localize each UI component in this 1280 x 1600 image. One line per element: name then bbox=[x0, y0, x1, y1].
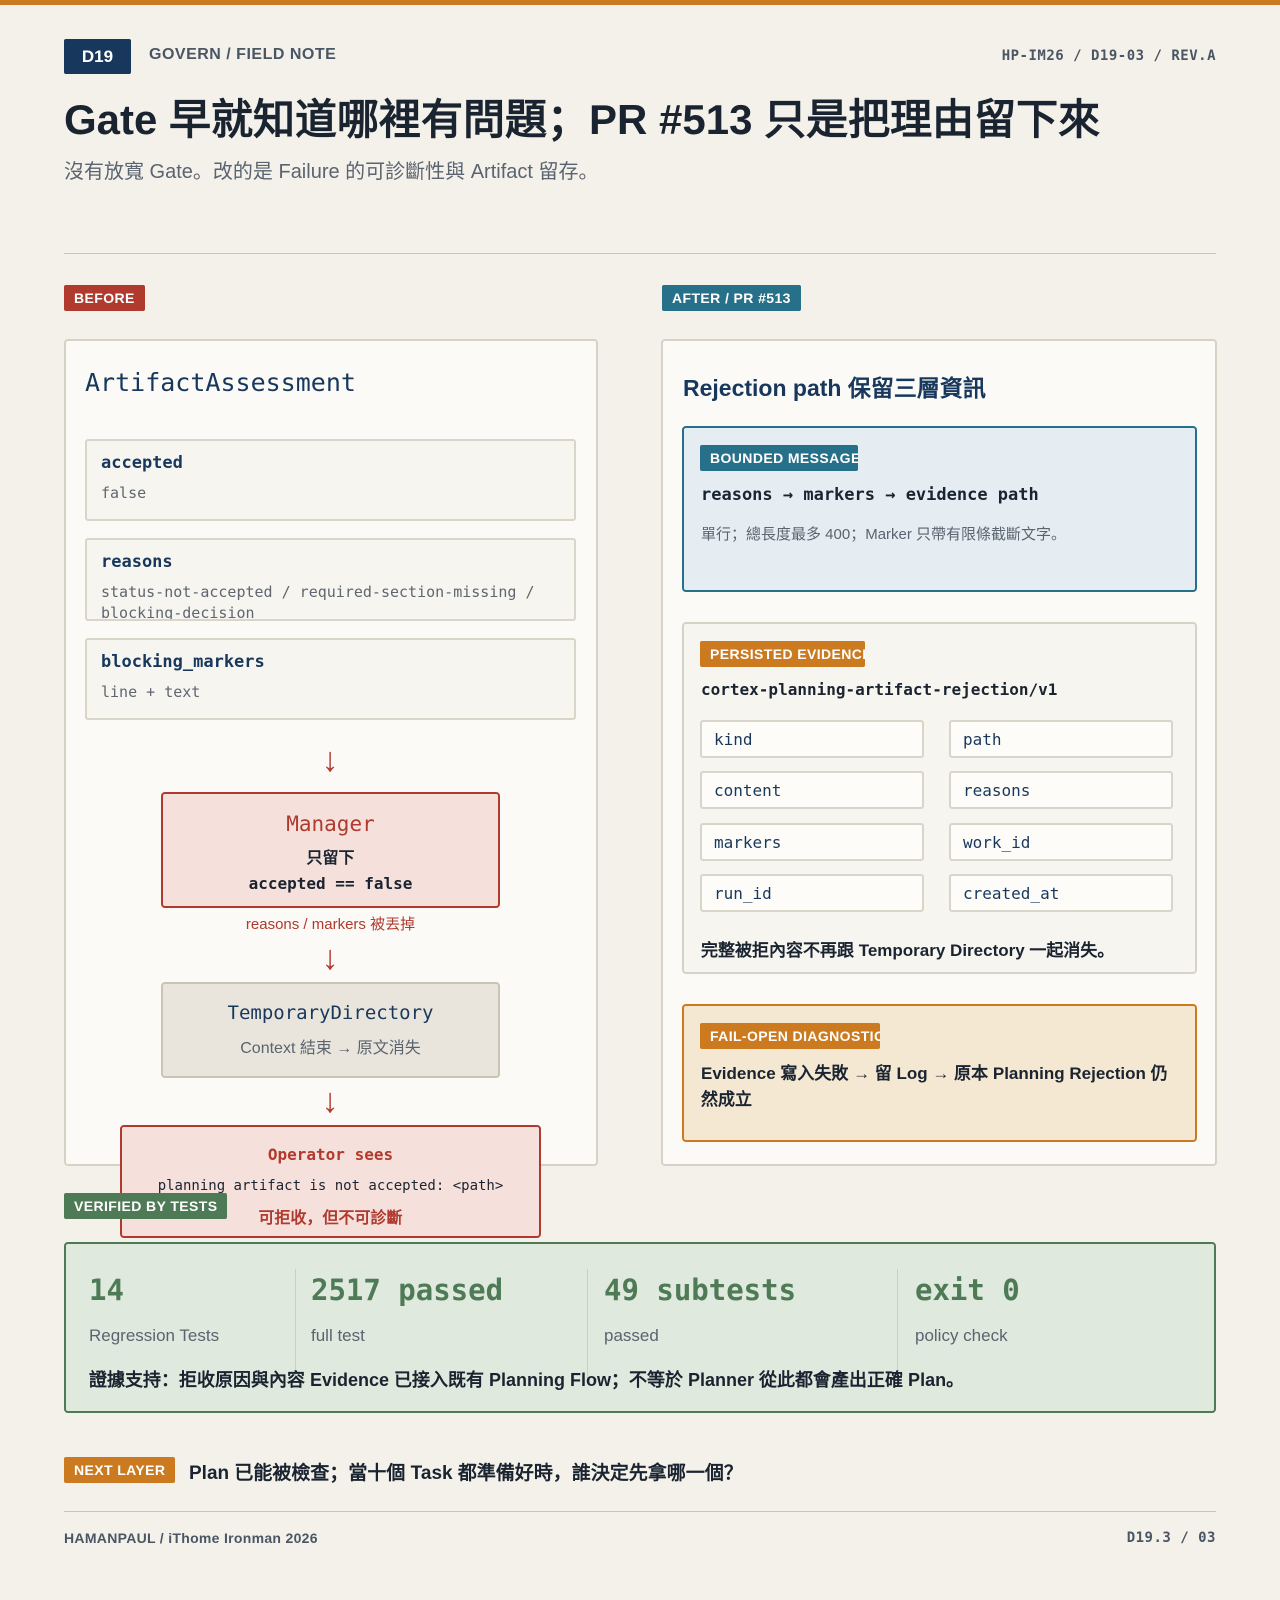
stat-policy-value: exit 0 bbox=[915, 1273, 1020, 1307]
document-reference: HP-IM26 / D19-03 / REV.A bbox=[1001, 48, 1216, 64]
temporary-directory-box: TemporaryDirectory Context 結束 → 原文消失 bbox=[161, 982, 500, 1078]
evidence-field-reasons: reasons bbox=[949, 771, 1173, 809]
footer-divider bbox=[64, 1511, 1216, 1512]
stat-full-test-value: 2517 passed bbox=[311, 1273, 504, 1307]
manager-title: Manager bbox=[286, 812, 375, 836]
stat-full-test-label: full test bbox=[311, 1326, 365, 1345]
page-title: Gate 早就知道哪裡有問題；PR #513 只是把理由留下來 bbox=[64, 96, 1101, 143]
footer-credit: HAMANPAUL / iThome Ironman 2026 bbox=[64, 1530, 318, 1546]
evidence-field-path: path bbox=[949, 720, 1173, 758]
fail-open-diagnostics-card: FAIL-OPEN DIAGNOSTICS Evidence 寫入失敗 → 留 … bbox=[682, 1004, 1197, 1142]
stat-divider bbox=[897, 1269, 898, 1379]
field-value: false bbox=[101, 484, 147, 502]
stat-divider bbox=[295, 1269, 296, 1379]
next-layer-badge: NEXT LAYER bbox=[64, 1457, 176, 1483]
evidence-field-kind: kind bbox=[700, 720, 924, 758]
field-name: blocking_markers bbox=[101, 652, 265, 672]
dropped-note: reasons / markers 被丟掉 bbox=[245, 916, 416, 933]
before-panel-title: ArtifactAssessment bbox=[85, 368, 356, 397]
before-badge: BEFORE bbox=[64, 285, 145, 311]
tests-summary: 證據支持：拒收原因與內容 Evidence 已接入既有 Planning Flo… bbox=[89, 1370, 965, 1390]
fail-open-text: Evidence 寫入失敗 → 留 Log → 原本 Planning Reje… bbox=[701, 1064, 1168, 1109]
evidence-note: 完整被拒內容不再跟 Temporary Directory 一起消失。 bbox=[701, 941, 1115, 960]
fail-open-badge: FAIL-OPEN DIAGNOSTICS bbox=[700, 1023, 880, 1049]
evidence-field-markers: markers bbox=[700, 823, 924, 861]
operator-title: Operator sees bbox=[267, 1145, 394, 1164]
manager-line1: 只留下 bbox=[306, 850, 355, 867]
evidence-field-run-id: run_id bbox=[700, 874, 924, 912]
persisted-evidence-card: PERSISTED EVIDENCE cortex-planning-artif… bbox=[682, 622, 1197, 974]
arrow-down-icon: ↓ bbox=[321, 1082, 339, 1120]
field-name: reasons bbox=[101, 552, 173, 572]
arrow-down-icon: ↓ bbox=[321, 939, 339, 977]
after-badge: AFTER / PR #513 bbox=[662, 285, 801, 311]
bounded-message-card: BOUNDED MESSAGE reasons → markers → evid… bbox=[682, 426, 1197, 592]
stat-subtests-value: 49 subtests bbox=[604, 1273, 797, 1307]
stat-regression-label: Regression Tests bbox=[89, 1326, 220, 1345]
tmpdir-title: TemporaryDirectory bbox=[227, 1002, 434, 1024]
field-value: line + text bbox=[101, 683, 201, 701]
field-reasons: reasons status-not-accepted / required-s… bbox=[85, 538, 576, 621]
footer-page-number: D19.3 / 03 bbox=[1126, 1530, 1216, 1546]
page-subtitle: 沒有放寬 Gate。改的是 Failure 的可診斷性與 Artifact 留存… bbox=[64, 161, 599, 183]
field-name: accepted bbox=[101, 453, 183, 473]
operator-sees-box: Operator sees planning artifact is not a… bbox=[120, 1125, 541, 1238]
field-value: status-not-accepted / required-section-m… bbox=[101, 583, 535, 621]
bounded-message-flow: reasons → markers → evidence path bbox=[701, 485, 1039, 505]
manager-box: Manager 只留下 accepted == false bbox=[161, 792, 500, 908]
verified-tests-box: 14 Regression Tests 2517 passed full tes… bbox=[64, 1242, 1216, 1413]
bounded-message-badge: BOUNDED MESSAGE bbox=[700, 445, 858, 471]
persisted-evidence-badge: PERSISTED EVIDENCE bbox=[700, 641, 865, 667]
header-divider bbox=[64, 253, 1216, 254]
operator-message: planning artifact is not accepted: <path… bbox=[157, 1178, 504, 1194]
after-panel-title: Rejection path 保留三層資訊 bbox=[683, 375, 986, 401]
next-layer-text: Plan 已能被檢查；當十個 Task 都準備好時，誰決定先拿哪一個？ bbox=[189, 1463, 743, 1484]
stat-policy-label: policy check bbox=[915, 1326, 1008, 1345]
evidence-field-content: content bbox=[700, 771, 924, 809]
manager-line2: accepted == false bbox=[248, 874, 413, 893]
tmpdir-desc: Context 結束 → 原文消失 bbox=[240, 1040, 421, 1057]
verified-tests-badge: VERIFIED BY TESTS bbox=[64, 1193, 228, 1219]
evidence-field-created-at: created_at bbox=[949, 874, 1173, 912]
stat-subtests-label: passed bbox=[604, 1326, 659, 1345]
section-label: GOVERN / FIELD NOTE bbox=[149, 46, 337, 63]
bounded-message-desc: 單行；總長度最多 400；Marker 只帶有限條截斷文字。 bbox=[701, 526, 1067, 543]
day-tag: D19 bbox=[64, 39, 131, 74]
top-accent-bar bbox=[0, 0, 1280, 5]
stat-divider bbox=[587, 1269, 588, 1379]
stat-regression-value: 14 bbox=[89, 1273, 124, 1307]
evidence-field-work-id: work_id bbox=[949, 823, 1173, 861]
field-blocking-markers: blocking_markers line + text bbox=[85, 638, 576, 720]
evidence-schema: cortex-planning-artifact-rejection/v1 bbox=[701, 680, 1058, 699]
field-accepted: accepted false bbox=[85, 439, 576, 521]
arrow-down-icon: ↓ bbox=[321, 741, 339, 779]
